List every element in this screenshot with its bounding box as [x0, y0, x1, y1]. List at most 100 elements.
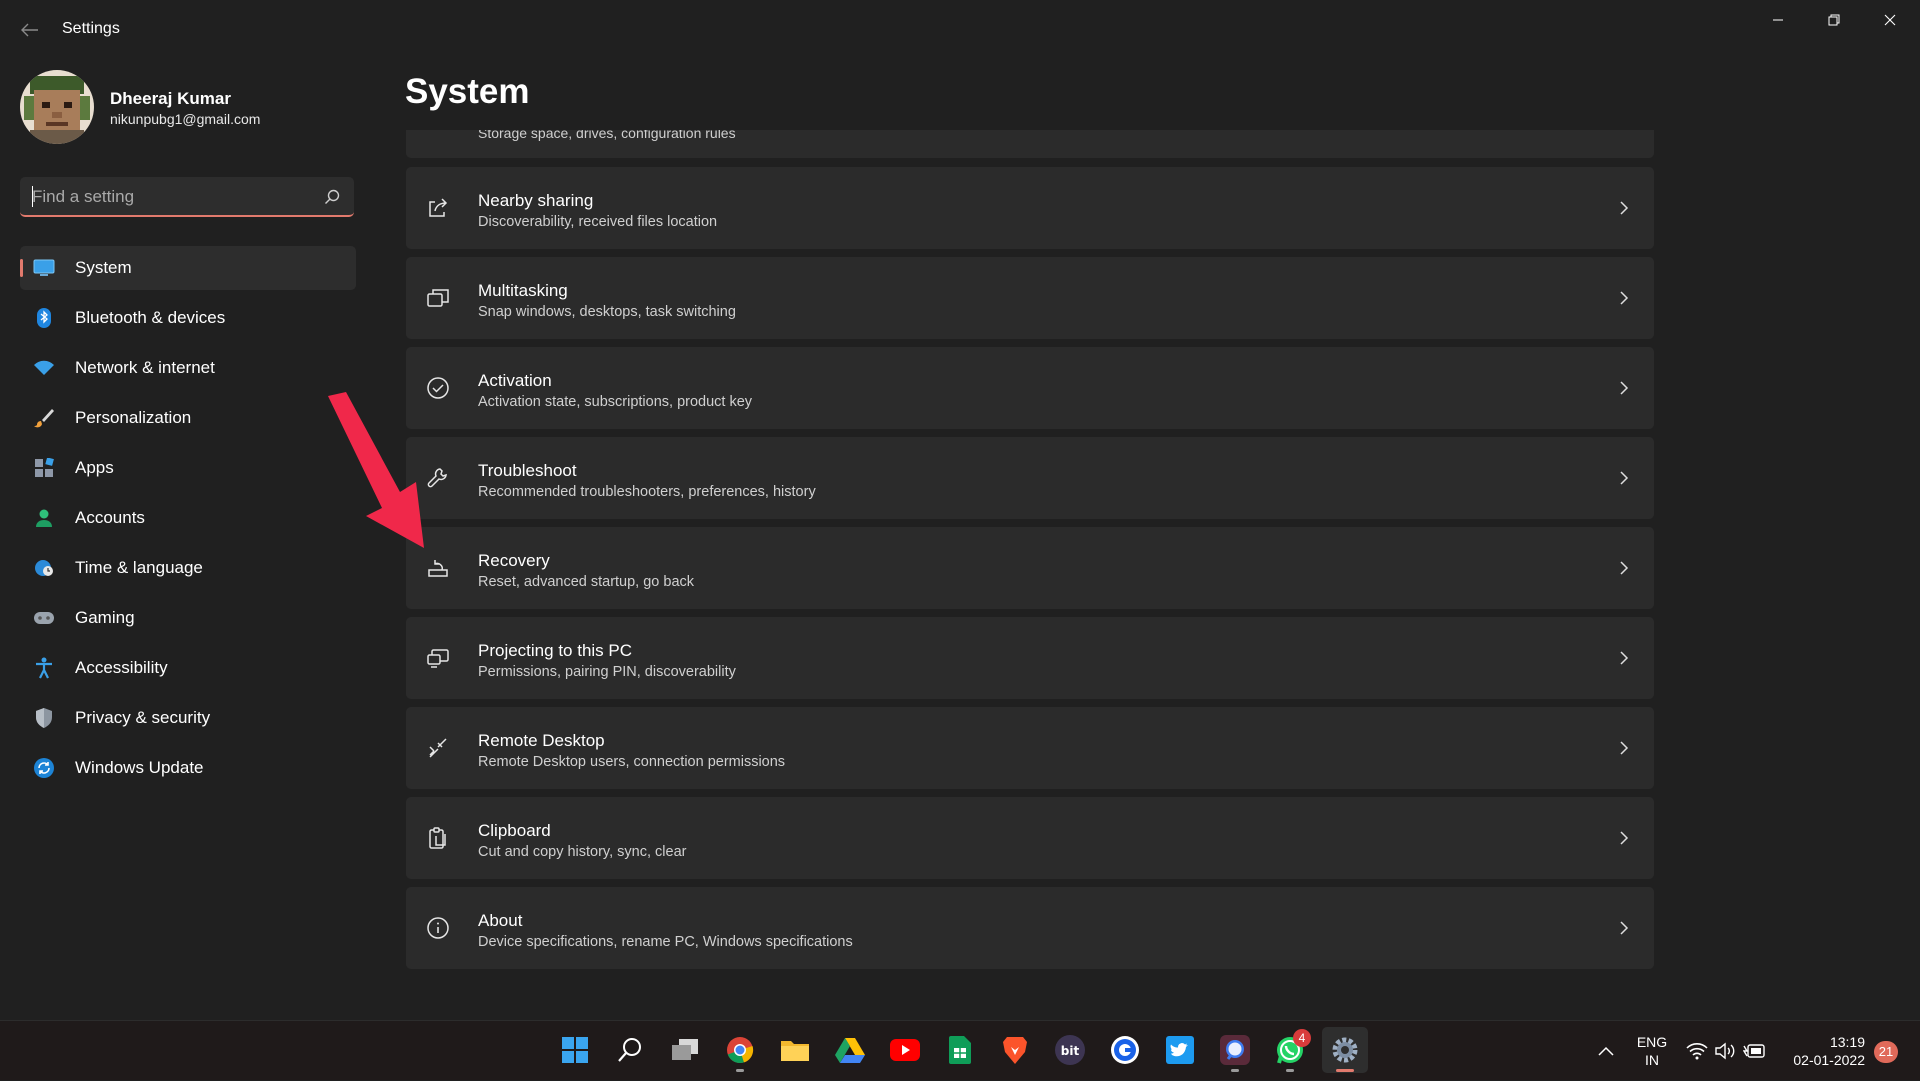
- bit-label: bit: [1061, 1044, 1080, 1058]
- taskbar-app-brave[interactable]: [992, 1027, 1038, 1073]
- taskbar-app-settings[interactable]: [1322, 1027, 1368, 1073]
- chevron-right-icon: [1620, 651, 1629, 665]
- settings-item-subtitle: Cut and copy history, sync, clear: [478, 844, 687, 860]
- taskbar-app-chat[interactable]: [1212, 1027, 1258, 1073]
- taskbar-app-google-sheets[interactable]: [937, 1027, 983, 1073]
- bit-icon: bit: [1055, 1035, 1085, 1065]
- page-title: System: [405, 72, 530, 111]
- settings-item-recovery[interactable]: Recovery Reset, advanced startup, go bac…: [406, 527, 1654, 609]
- settings-item-title: Activation: [478, 371, 552, 390]
- sidebar-item-label: Privacy & security: [75, 708, 211, 727]
- settings-item-troubleshoot[interactable]: Troubleshoot Recommended troubleshooters…: [406, 437, 1654, 519]
- taskbar-app-whatsapp[interactable]: 4: [1267, 1027, 1313, 1073]
- taskbar-app-chrome[interactable]: [717, 1027, 763, 1073]
- share-icon: [429, 198, 448, 217]
- settings-item-subtitle: Snap windows, desktops, task switching: [478, 304, 736, 320]
- taskbar-app-bit[interactable]: bit: [1047, 1027, 1093, 1073]
- battery-status[interactable]: [1742, 1021, 1768, 1081]
- notification-count-badge[interactable]: 21: [1874, 1041, 1898, 1063]
- app-c-icon: [1111, 1036, 1139, 1064]
- projecting-icon: [427, 649, 449, 668]
- taskbar-app-file-explorer[interactable]: [772, 1027, 818, 1073]
- settings-item-clipboard[interactable]: Clipboard Cut and copy history, sync, cl…: [406, 797, 1654, 879]
- accessibility-icon: [33, 657, 55, 679]
- settings-item-multitasking[interactable]: Multitasking Snap windows, desktops, tas…: [406, 257, 1654, 339]
- task-view-button[interactable]: [662, 1027, 708, 1073]
- search-icon[interactable]: [322, 187, 342, 207]
- settings-item-title: Projecting to this PC: [478, 641, 633, 660]
- settings-item-remote-desktop[interactable]: Remote Desktop Remote Desktop users, con…: [406, 707, 1654, 789]
- sidebar-item-privacy-security[interactable]: Privacy & security: [20, 696, 356, 740]
- chevron-right-icon: [1620, 291, 1629, 305]
- close-button[interactable]: [1862, 6, 1918, 34]
- settings-item-subtitle: Permissions, pairing PIN, discoverabilit…: [478, 664, 736, 680]
- chat-icon: [1220, 1035, 1250, 1065]
- search-icon: [618, 1038, 641, 1062]
- settings-item-nearby-sharing[interactable]: Nearby sharing Discoverability, received…: [406, 167, 1654, 249]
- sidebar-item-label: Apps: [75, 458, 114, 477]
- show-hidden-icons-button[interactable]: [1594, 1021, 1618, 1081]
- running-indicator: [1336, 1069, 1354, 1072]
- sidebar-item-apps[interactable]: Apps: [20, 446, 356, 490]
- search-input[interactable]: [30, 183, 314, 211]
- language-indicator[interactable]: ENG IN: [1632, 1033, 1672, 1069]
- settings-item-title: Clipboard: [478, 821, 551, 840]
- sidebar-item-accounts[interactable]: Accounts: [20, 496, 356, 540]
- taskbar-app-twitter[interactable]: [1157, 1027, 1203, 1073]
- user-email: nikunpubg1@gmail.com: [110, 111, 261, 127]
- person-icon: [33, 507, 55, 529]
- remote-desktop-icon: [429, 738, 447, 758]
- settings-item-subtitle: Recommended troubleshooters, preferences…: [478, 484, 816, 500]
- volume-status[interactable]: [1713, 1021, 1737, 1081]
- update-icon: [33, 757, 55, 779]
- back-button[interactable]: [18, 14, 42, 46]
- task-view-icon: [672, 1039, 698, 1060]
- settings-item-subtitle: Storage space, drives, configuration rul…: [478, 130, 736, 141]
- settings-item-title: Troubleshoot: [478, 461, 577, 480]
- settings-item-activation[interactable]: Activation Activation state, subscriptio…: [406, 347, 1654, 429]
- settings-item-storage-partial[interactable]: Storage space, drives, configuration rul…: [406, 130, 1654, 158]
- minimize-button[interactable]: [1750, 6, 1806, 34]
- settings-item-subtitle: Reset, advanced startup, go back: [478, 574, 695, 590]
- bluetooth-icon: [33, 307, 55, 329]
- chevron-right-icon: [1620, 201, 1629, 215]
- settings-item-about[interactable]: About Device specifications, rename PC, …: [406, 887, 1654, 969]
- sidebar-item-label: Windows Update: [75, 758, 204, 777]
- taskbar-app-google-drive[interactable]: [827, 1027, 873, 1073]
- sidebar-item-bluetooth[interactable]: Bluetooth & devices: [20, 296, 356, 340]
- start-button[interactable]: [552, 1027, 598, 1073]
- wifi-status[interactable]: [1685, 1021, 1709, 1081]
- annotation-arrow: [328, 392, 424, 548]
- sidebar-item-label: Time & language: [75, 558, 203, 577]
- gamepad-icon: [33, 607, 55, 629]
- taskbar-app-youtube[interactable]: [882, 1027, 928, 1073]
- running-indicator: [1231, 1069, 1239, 1072]
- sidebar-item-system[interactable]: System: [20, 246, 356, 290]
- chevron-right-icon: [1620, 381, 1629, 395]
- sidebar-item-windows-update[interactable]: Windows Update: [20, 746, 356, 790]
- sidebar-item-time-language[interactable]: Time & language: [20, 546, 356, 590]
- sidebar-nav: System Bluetooth & devices Network & int…: [20, 246, 356, 796]
- sidebar-item-accessibility[interactable]: Accessibility: [20, 646, 356, 690]
- multitasking-icon: [427, 289, 449, 307]
- globe-clock-icon: [33, 557, 55, 579]
- settings-item-subtitle: Device specifications, rename PC, Window…: [478, 934, 853, 950]
- sidebar-item-personalization[interactable]: Personalization: [20, 396, 356, 440]
- taskbar-app-c[interactable]: [1102, 1027, 1148, 1073]
- chrome-icon: [727, 1037, 754, 1064]
- sidebar-item-label: Gaming: [75, 608, 135, 627]
- brush-icon: [33, 407, 55, 429]
- sidebar-item-gaming[interactable]: Gaming: [20, 596, 356, 640]
- sidebar-item-network[interactable]: Network & internet: [20, 346, 356, 390]
- title-bar: Settings: [0, 0, 1920, 60]
- settings-icon: [1332, 1037, 1358, 1063]
- sidebar-item-label: Accounts: [75, 508, 145, 527]
- search-box[interactable]: [20, 177, 354, 217]
- clock-time: 13:19: [1829, 1034, 1865, 1050]
- taskbar-search-button[interactable]: [607, 1027, 653, 1073]
- settings-item-title: Multitasking: [478, 281, 568, 300]
- restore-button[interactable]: [1806, 6, 1862, 34]
- settings-item-projecting[interactable]: Projecting to this PC Permissions, pairi…: [406, 617, 1654, 699]
- clock[interactable]: 13:19 02-01-2022: [1775, 1033, 1865, 1069]
- avatar[interactable]: [20, 70, 94, 144]
